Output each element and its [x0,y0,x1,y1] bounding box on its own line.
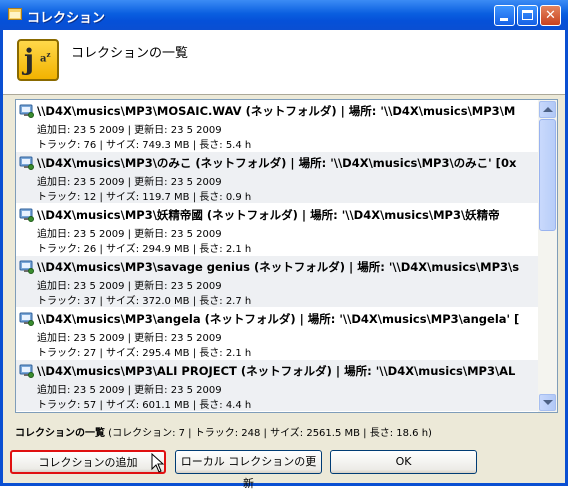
header-title: コレクションの一覧 [71,46,189,61]
close-button[interactable]: ✕ [540,5,561,26]
collection-path: \\D4X\musics\MP3\savage genius (ネットフォルダ)… [37,260,520,274]
collection-stats: トラック: 12 | サイズ: 119.7 MB | 長さ: 0.9 h [37,192,252,203]
jaz-app-icon: j az [17,39,59,81]
collection-dates: 追加日: 23 5 2009 | 更新日: 23 5 2009 [37,177,222,188]
chevron-down-icon [543,400,553,405]
collection-summary: コレクションの一覧 (コレクション: 7 | トラック: 248 | サイズ: … [15,424,432,439]
summary-label: コレクションの一覧 [15,428,105,439]
window-title: コレクション [27,11,106,26]
scroll-up-button[interactable] [539,101,556,118]
collection-path: \\D4X\musics\MP3\angela (ネットフォルダ) | 場所: … [37,312,520,326]
collection-row[interactable]: \\D4X\musics\MP3\ALI PROJECT (ネットフォルダ) |… [16,360,538,411]
collection-stats: トラック: 37 | サイズ: 372.0 MB | 長さ: 2.7 h [37,296,252,307]
scroll-thumb[interactable] [539,119,556,231]
folder-icon [8,8,22,20]
update-local-collection-button[interactable]: ローカル コレクションの更新 [175,450,322,490]
collection-dates: 追加日: 23 5 2009 | 更新日: 23 5 2009 [37,333,222,344]
collection-path: \\D4X\musics\MP3\ALI PROJECT (ネットフォルダ) |… [37,364,516,378]
collection-path: \\D4X\musics\MP3\のみこ (ネットフォルダ) | 場所: '\\… [37,156,517,170]
network-folder-icon [19,260,34,274]
dialog-header: j az コレクションの一覧 [3,30,565,95]
minimize-icon [500,18,508,21]
network-folder-icon [19,208,34,222]
collection-row[interactable]: \\D4X\musics\MP3\savage genius (ネットフォルダ)… [16,256,538,307]
collection-stats: トラック: 76 | サイズ: 749.3 MB | 長さ: 5.4 h [37,140,252,151]
mouse-cursor-icon [151,453,165,473]
scroll-down-button[interactable] [539,394,556,411]
add-collection-button[interactable]: コレクションの追加 [10,450,166,474]
network-folder-icon [19,104,34,118]
collection-dates: 追加日: 23 5 2009 | 更新日: 23 5 2009 [37,385,222,396]
collection-dates: 追加日: 23 5 2009 | 更新日: 23 5 2009 [37,229,222,240]
collection-rows: \\D4X\musics\MP3\MOSAIC.WAV (ネットフォルダ) | … [16,100,538,412]
collection-row[interactable]: \\D4X\musics\MP3\妖精帝國 (ネットフォルダ) | 場所: '\… [16,204,538,255]
ok-button[interactable]: OK [330,450,477,474]
collection-stats: トラック: 27 | サイズ: 295.4 MB | 長さ: 2.1 h [37,348,252,359]
collection-stats: トラック: 26 | サイズ: 294.9 MB | 長さ: 2.1 h [37,244,252,255]
collection-row[interactable]: \\D4X\musics\MP3\angela (ネットフォルダ) | 場所: … [16,308,538,359]
collection-path: \\D4X\musics\MP3\MOSAIC.WAV (ネットフォルダ) | … [37,104,516,118]
vertical-scrollbar[interactable] [538,100,557,412]
collection-dates: 追加日: 23 5 2009 | 更新日: 23 5 2009 [37,281,222,292]
chevron-up-icon [543,107,553,112]
collection-row[interactable]: \\D4X\musics\MP3\MOSAIC.WAV (ネットフォルダ) | … [16,100,538,151]
summary-details: (コレクション: 7 | トラック: 248 | サイズ: 2561.5 MB … [105,428,432,439]
minimize-button[interactable] [494,5,515,26]
network-folder-icon [19,364,34,378]
collection-row[interactable]: \\D4X\musics\MP3\のみこ (ネットフォルダ) | 場所: '\\… [16,152,538,203]
collection-path: \\D4X\musics\MP3\妖精帝國 (ネットフォルダ) | 場所: '\… [37,208,500,222]
network-folder-icon [19,312,34,326]
maximize-icon [522,10,533,20]
maximize-button[interactable] [517,5,538,26]
title-bar[interactable]: コレクション ✕ [0,0,568,30]
collection-list[interactable]: \\D4X\musics\MP3\MOSAIC.WAV (ネットフォルダ) | … [15,99,558,413]
network-folder-icon [19,156,34,170]
collection-dates: 追加日: 23 5 2009 | 更新日: 23 5 2009 [37,125,222,136]
collection-dialog: コレクション ✕ j az コレクションの一覧 \\D4X\musics\MP3\… [0,0,568,490]
close-icon: ✕ [545,8,556,23]
collection-stats: トラック: 57 | サイズ: 601.1 MB | 長さ: 4.4 h [37,400,252,411]
